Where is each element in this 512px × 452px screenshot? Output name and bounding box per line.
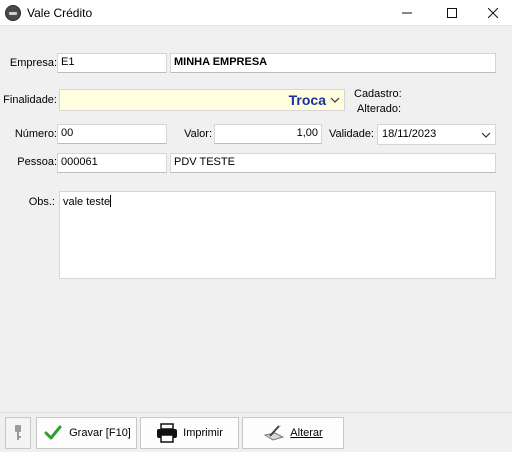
valor-label: Valor: [184,128,212,140]
checkmark-icon [42,422,64,444]
imprimir-label: Imprimir [183,427,223,439]
gravar-button[interactable]: Gravar [F10] [36,417,137,449]
alterado-label: Alterado: [357,103,402,115]
key-button[interactable] [5,417,31,449]
close-button[interactable] [474,0,512,26]
window-title: Vale Crédito [27,6,93,20]
empresa-name-field[interactable]: MINHA EMPRESA [170,53,496,73]
finalidade-dropdown[interactable]: Troca [59,89,345,111]
valor-field[interactable]: 1,00 [214,124,322,144]
text-caret [110,195,112,207]
key-icon [15,425,21,440]
numero-field[interactable]: 00 [57,124,167,144]
empresa-label: Empresa: [9,57,57,69]
validade-value: 18/11/2023 [382,128,437,140]
finalidade-label: Finalidade: [3,94,57,106]
edit-icon [263,422,285,444]
validade-label: Validade: [328,128,374,140]
chevron-down-icon [481,132,491,138]
obs-label: Obs.: [28,196,55,208]
maximize-button[interactable] [429,0,475,26]
printer-icon [156,422,178,444]
alterar-button[interactable]: Alterar [242,417,344,449]
app-logo-icon [5,5,21,21]
validade-date-picker[interactable]: 18/11/2023 [377,124,496,145]
gravar-label: Gravar [F10] [69,427,131,439]
pessoa-label: Pessoa: [17,156,57,168]
minimize-icon [402,12,412,14]
pessoa-name-field[interactable]: PDV TESTE [170,153,496,173]
obs-text: vale teste [63,196,111,208]
close-icon [488,8,498,18]
maximize-icon [447,8,457,18]
cadastro-label: Cadastro: [354,88,402,100]
finalidade-value: Troca [288,92,326,108]
chevron-down-icon [330,97,340,103]
alterar-label: Alterar [290,427,323,439]
title-bar: Vale Crédito [0,0,512,26]
numero-label: Número: [14,128,57,140]
minimize-button[interactable] [384,0,430,26]
empresa-code-field[interactable]: E1 [57,53,167,73]
imprimir-button[interactable]: Imprimir [140,417,239,449]
pessoa-code-field[interactable]: 000061 [57,153,167,173]
obs-textarea[interactable]: vale teste [59,191,496,279]
